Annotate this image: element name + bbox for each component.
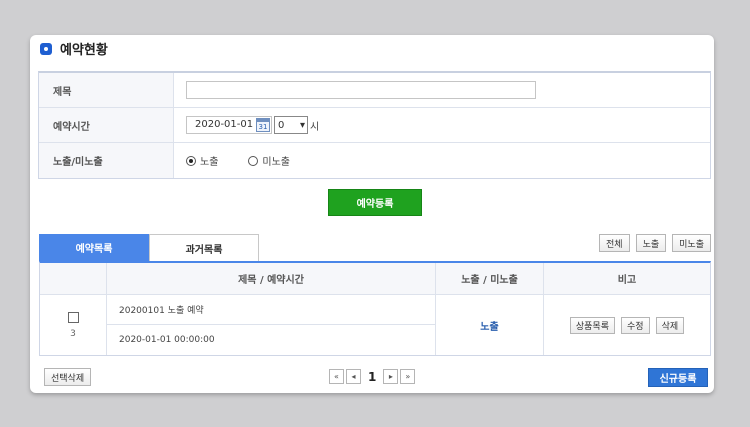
- expose-label: 노출/미노출: [39, 143, 174, 178]
- form-row-time: 예약시간 2020-01-01 31 0 ▾ 시: [39, 108, 710, 143]
- table-header: 제목 / 예약시간 노출 / 미노출 비고: [40, 263, 710, 295]
- table-row: 3 20200101 노출 예약 2020-01-01 00:00:00 노출 …: [40, 295, 710, 355]
- header-expose: 노출 / 미노출: [436, 263, 544, 294]
- edit-button[interactable]: 수정: [621, 316, 650, 334]
- bulk-delete-button[interactable]: 선택삭제: [44, 368, 92, 386]
- header-note: 비고: [617, 275, 637, 286]
- section-bullet-icon: [40, 42, 52, 55]
- tab-reservation-list[interactable]: 예약목록: [39, 234, 149, 261]
- last-page-icon[interactable]: »: [400, 369, 416, 384]
- calendar-icon[interactable]: 31: [256, 118, 270, 132]
- chevron-down-icon: ▾: [299, 119, 305, 131]
- subject-label: 제목: [39, 73, 174, 107]
- form-row-subject: 제목: [39, 73, 710, 108]
- hour-select[interactable]: 0 ▾: [274, 116, 308, 134]
- filter-all-button[interactable]: 전체: [599, 234, 630, 252]
- subject-input[interactable]: [186, 81, 536, 99]
- page-header: 예약현황: [40, 39, 108, 58]
- radio-hide[interactable]: 미노출: [248, 153, 290, 168]
- product-list-button[interactable]: 상품목록: [569, 316, 615, 334]
- pagination: « ◂ 1 ▸ »: [328, 369, 416, 384]
- row-status-link[interactable]: 노출: [480, 318, 498, 333]
- radio-expose[interactable]: 노출: [186, 153, 218, 168]
- prev-page-icon[interactable]: ◂: [346, 369, 361, 384]
- filter-expose-button[interactable]: 노출: [635, 234, 667, 252]
- list-tabs: 예약목록 과거목록: [39, 234, 259, 261]
- first-page-icon[interactable]: «: [329, 369, 344, 384]
- reserve-button[interactable]: 예약등록: [328, 189, 422, 216]
- reservation-form: 제목 예약시간 2020-01-01 31 0 ▾ 시 노출/미노출 노출 미노…: [38, 71, 711, 179]
- radio-hide-label: 미노출: [262, 157, 291, 168]
- reservation-panel: 예약현황 제목 예약시간 2020-01-01 31 0 ▾ 시 노출/미노출: [30, 35, 714, 393]
- row-time: 2020-01-01 00:00:00: [119, 335, 215, 345]
- radio-expose-label: 노출: [200, 157, 219, 168]
- current-page[interactable]: 1: [368, 370, 376, 384]
- row-checkbox[interactable]: [67, 311, 79, 323]
- reservation-table: 제목 / 예약시간 노출 / 미노출 비고 3 20200101 노출 예약 2…: [39, 261, 711, 356]
- row-number: 3: [70, 328, 76, 339]
- next-page-icon[interactable]: ▸: [383, 369, 399, 384]
- row-title: 20200101 노출 예약: [107, 295, 435, 325]
- new-register-button[interactable]: 신규등록: [648, 368, 708, 387]
- filter-hide-button[interactable]: 미노출: [672, 234, 711, 252]
- radio-checked-icon: [186, 155, 196, 166]
- header-select: [40, 263, 107, 294]
- filter-buttons: 전체 노출 미노출: [593, 234, 711, 252]
- tab-past-list[interactable]: 과거목록: [149, 234, 259, 261]
- hour-unit-label: 시: [310, 121, 320, 133]
- radio-unchecked-icon: [248, 155, 259, 166]
- time-label: 예약시간: [39, 108, 174, 142]
- page-title: 예약현황: [60, 43, 108, 58]
- hour-value: 0: [278, 119, 285, 131]
- header-title-time: 제목 / 예약시간: [107, 263, 436, 294]
- delete-button[interactable]: 삭제: [655, 316, 685, 334]
- form-row-expose: 노출/미노출 노출 미노출: [39, 143, 710, 178]
